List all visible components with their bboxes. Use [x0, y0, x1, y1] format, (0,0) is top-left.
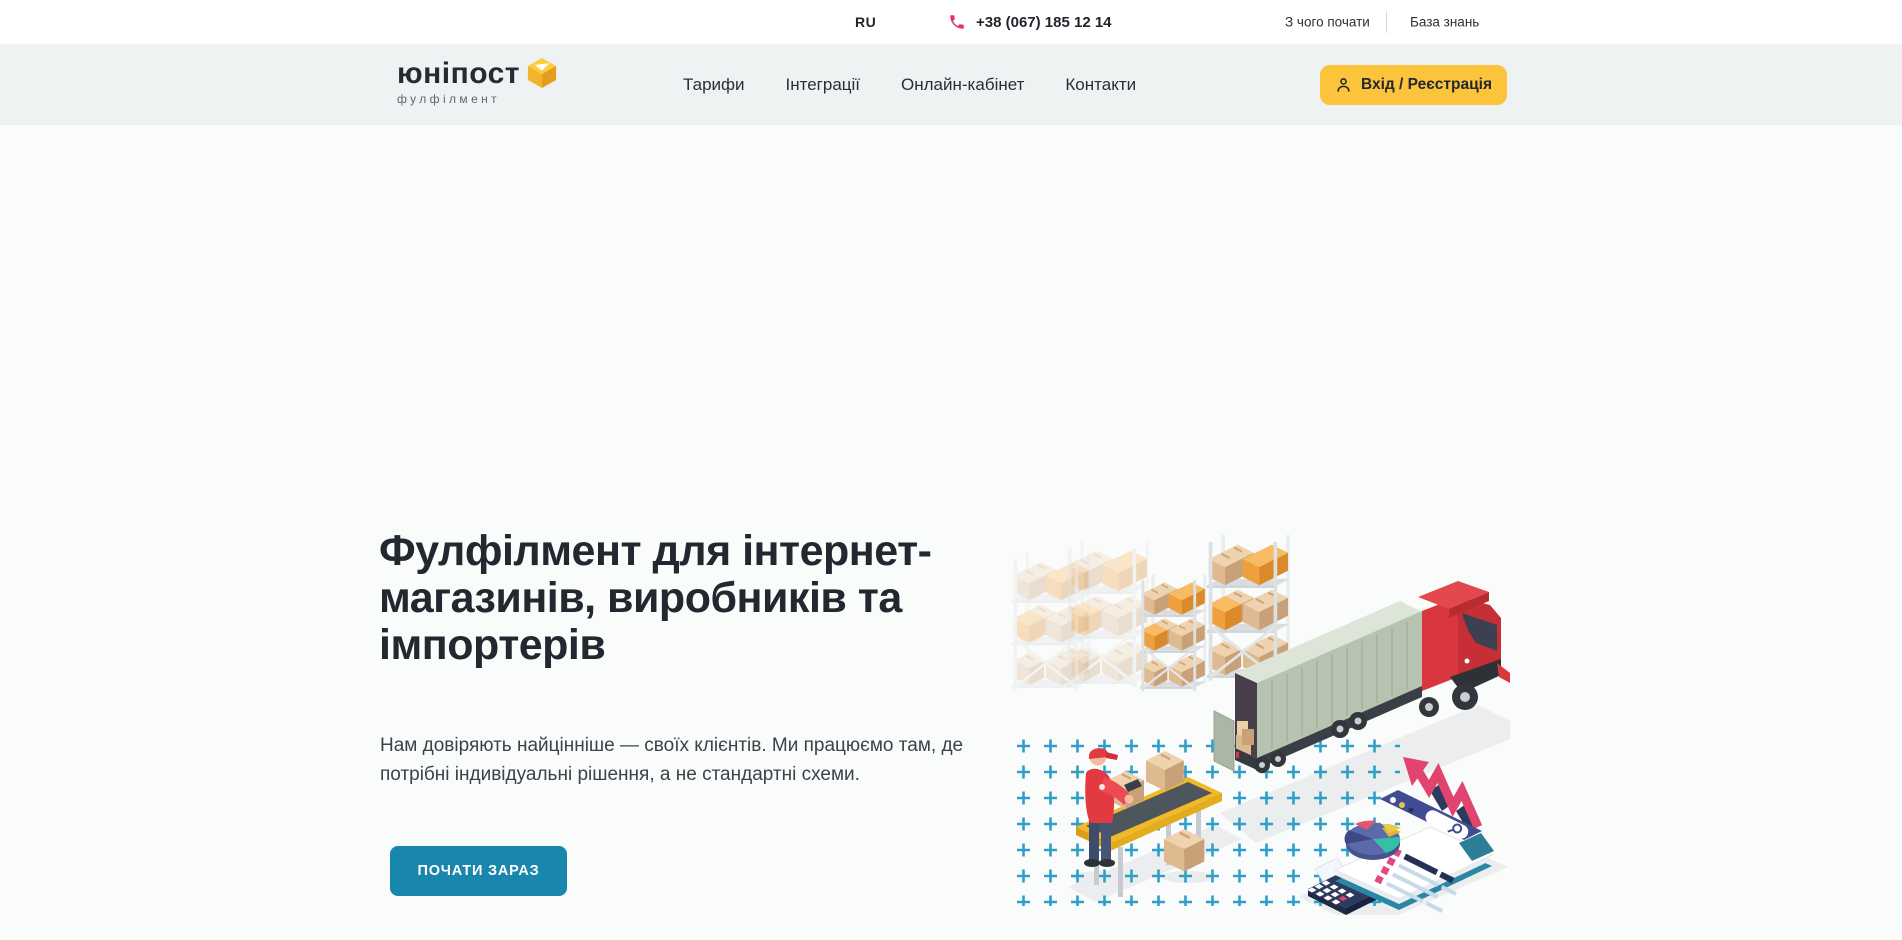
topbar-link-knowledge-base[interactable]: База знань — [1410, 15, 1479, 30]
hero-section: Фулфілмент для інтернет-магазинів, вироб… — [0, 125, 1902, 940]
topbar-divider — [1386, 11, 1387, 33]
shelf-rack — [1140, 574, 1206, 691]
faded-shelf-rack — [1066, 541, 1149, 687]
truck-cab — [1418, 581, 1510, 717]
logo-subtitle: фулфілмент — [397, 92, 520, 106]
nav-item-tariffs[interactable]: Тарифи — [683, 75, 745, 95]
main-nav: Тарифи Інтеграції Онлайн-кабінет Контакт… — [683, 44, 1136, 125]
hero-description: Нам довіряють найцінніше — своїх клієнті… — [380, 732, 992, 789]
nav-item-integrations[interactable]: Інтеграції — [786, 75, 861, 95]
topbar: RU +38 (067) 185 12 14 З чого почати Баз… — [0, 0, 1902, 44]
phone-icon — [948, 13, 966, 31]
topbar-link-getting-started[interactable]: З чого почати — [1285, 15, 1370, 30]
phone-block[interactable]: +38 (067) 185 12 14 — [948, 13, 1112, 31]
hero-title: Фулфілмент для інтернет-магазинів, вироб… — [379, 528, 1034, 669]
start-now-button[interactable]: ПОЧАТИ ЗАРАЗ — [390, 846, 567, 896]
login-button-label: Вхід / Реєстрація — [1361, 76, 1492, 94]
site-header: юніпост фулфілмент Тарифи Інтеграції Онл… — [0, 44, 1902, 125]
login-register-button[interactable]: Вхід / Реєстрація — [1320, 65, 1507, 105]
user-icon — [1335, 76, 1352, 94]
nav-item-contacts[interactable]: Контакти — [1065, 75, 1136, 95]
logo-title: юніпост — [397, 58, 520, 90]
nav-item-online-cabinet[interactable]: Онлайн-кабінет — [901, 75, 1024, 95]
phone-number: +38 (067) 185 12 14 — [976, 14, 1112, 31]
hero-illustration — [1010, 525, 1510, 915]
language-switcher[interactable]: RU — [855, 14, 876, 30]
landing-page: RU +38 (067) 185 12 14 З чого почати Баз… — [0, 0, 1902, 940]
logo[interactable]: юніпост фулфілмент — [397, 58, 557, 106]
cube-icon — [527, 56, 557, 90]
